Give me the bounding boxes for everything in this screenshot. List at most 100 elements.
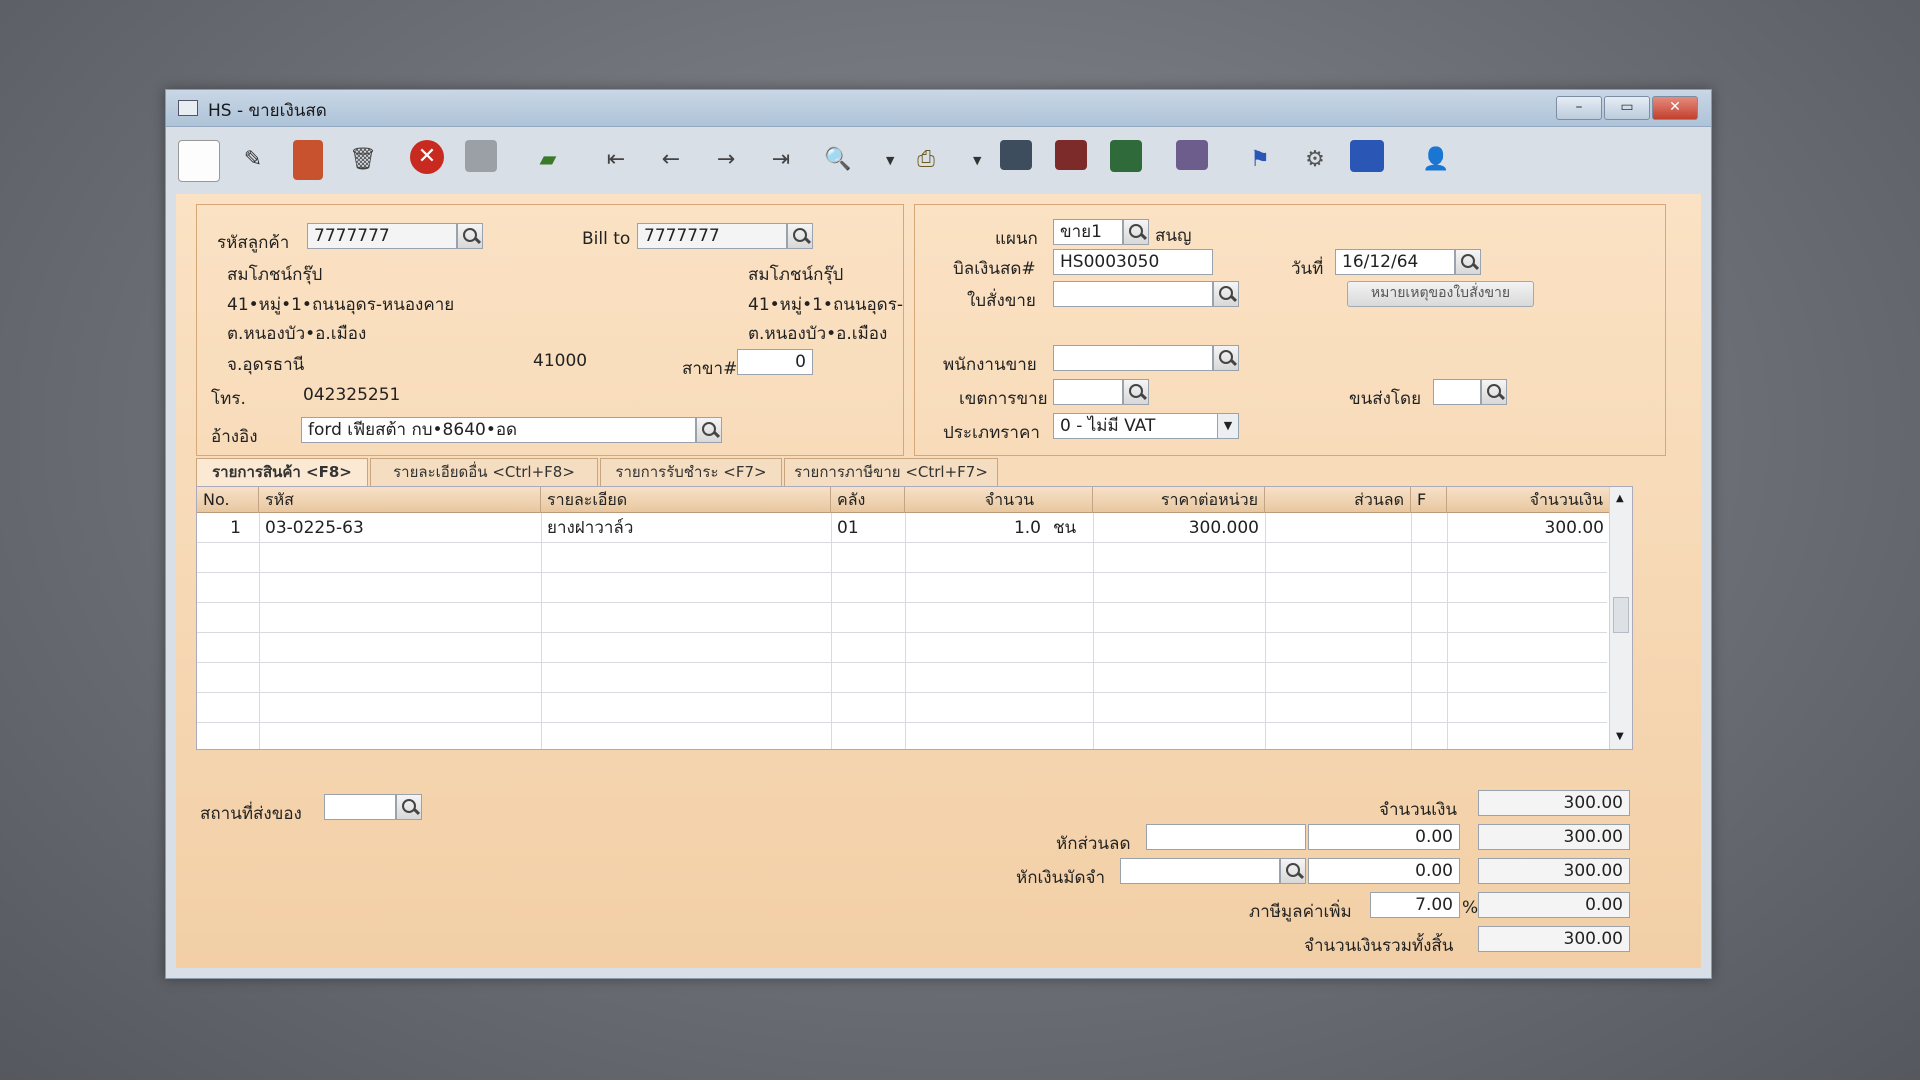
sales-order-search-icon[interactable] xyxy=(1213,281,1239,307)
approve-icon[interactable]: ⚑ xyxy=(1240,140,1280,180)
cell-amount: 300.00 xyxy=(1544,518,1604,538)
customer-search-icon[interactable] xyxy=(457,223,483,249)
deposit-text-input[interactable] xyxy=(1120,858,1280,884)
sales-order-label: ใบสั่งขาย xyxy=(967,291,1036,311)
delivery-place-search-icon[interactable] xyxy=(396,794,422,820)
customer-address-line2: ต.หนองบัว•อ.เมือง xyxy=(227,324,367,344)
app-icon xyxy=(178,100,198,116)
salesperson-input[interactable] xyxy=(1053,345,1213,371)
col-header-code[interactable]: รหัส xyxy=(259,487,541,513)
vat-value: 0.00 xyxy=(1478,892,1630,918)
reference-search-icon[interactable] xyxy=(696,417,722,443)
sales-order-input[interactable] xyxy=(1053,281,1213,307)
prev-record-icon[interactable]: ← xyxy=(651,140,691,180)
col-header-amount[interactable]: จำนวนเงิน xyxy=(1447,487,1610,513)
price-type-select[interactable]: 0 - ไม่มี VAT ▼ xyxy=(1053,413,1239,439)
sales-area-search-icon[interactable] xyxy=(1123,379,1149,405)
vat-percent-sign: % xyxy=(1462,898,1479,918)
save-icon[interactable] xyxy=(465,140,497,172)
sales-area-input[interactable] xyxy=(1053,379,1123,405)
discount-text-input[interactable] xyxy=(1146,824,1306,850)
close-button[interactable]: ✕ xyxy=(1652,96,1698,120)
sales-area-label: เขตการขาย xyxy=(959,389,1048,409)
table-scrollbar[interactable]: ▲ ▼ xyxy=(1609,487,1632,749)
phone-value: 042325251 xyxy=(303,385,401,405)
deposit-input[interactable]: 0.00 xyxy=(1308,858,1460,884)
shipping-input[interactable] xyxy=(1433,379,1481,405)
phone-label: โทร. xyxy=(211,389,246,409)
branch-input[interactable]: 0 xyxy=(737,349,813,375)
cell-unit-price: 300.000 xyxy=(1188,518,1259,538)
cell-unit: ชน xyxy=(1053,518,1077,538)
col-header-description[interactable]: รายละเอียด xyxy=(541,487,831,513)
edit-icon[interactable]: ✎ xyxy=(233,140,273,180)
minimize-button[interactable]: – xyxy=(1556,96,1602,120)
sales-window: HS - ขายเงินสด – ▭ ✕ ✎ 🗑 ✕ ▰ ⇤ ← → ⇥ 🔍 ▼… xyxy=(165,89,1712,979)
tab-items[interactable]: รายการสินค้า <F8> xyxy=(196,458,368,488)
last-record-icon[interactable]: ⇥ xyxy=(761,140,801,180)
chevron-down-icon[interactable]: ▼ xyxy=(1217,414,1238,438)
deposit-label: หักเงินมัดจำ xyxy=(1016,868,1105,888)
scroll-down-icon[interactable]: ▼ xyxy=(1616,731,1624,742)
col-header-warehouse[interactable]: คลัง xyxy=(831,487,905,513)
col-header-discount[interactable]: ส่วนลด xyxy=(1265,487,1411,513)
form-icon[interactable] xyxy=(1055,140,1087,170)
date-picker-icon[interactable] xyxy=(1455,249,1481,275)
bill-number-input[interactable]: HS0003050 xyxy=(1053,249,1213,275)
so-icon[interactable] xyxy=(1110,140,1142,172)
customer-name: สมโภชน์กรุ๊ป xyxy=(227,265,323,285)
new-doc-icon[interactable] xyxy=(178,140,220,182)
salesperson-search-icon[interactable] xyxy=(1213,345,1239,371)
customer-code-input[interactable]: 7777777 xyxy=(307,223,457,249)
col-header-quantity[interactable]: จำนวน xyxy=(905,487,1093,513)
scroll-thumb[interactable] xyxy=(1613,597,1629,633)
cell-code: 03-0225-63 xyxy=(265,518,364,538)
document-panel: แผนก ขาย1 สนญ บิลเงินสด# HS0003050 วันที… xyxy=(914,204,1666,456)
order-note-button[interactable]: หมายเหตุของใบสั่งขาย xyxy=(1347,281,1534,307)
ok-icon[interactable] xyxy=(1350,140,1384,172)
department-search-icon[interactable] xyxy=(1123,219,1149,245)
grand-total-label: จำนวนเงินรวมทั้งสิ้น xyxy=(1304,936,1454,956)
date-label: วันที่ xyxy=(1291,259,1324,279)
delete-icon[interactable]: 🗑 xyxy=(343,140,383,180)
discount-input[interactable]: 0.00 xyxy=(1308,824,1460,850)
scroll-up-icon[interactable]: ▲ xyxy=(1616,493,1624,504)
grand-total-value: 300.00 xyxy=(1478,926,1630,952)
title-bar: HS - ขายเงินสด – ▭ ✕ xyxy=(166,90,1711,127)
billto-label: Bill to xyxy=(582,229,631,249)
col-header-f[interactable]: F xyxy=(1411,487,1447,513)
maximize-button[interactable]: ▭ xyxy=(1604,96,1650,120)
tools-icon[interactable]: ⚙ xyxy=(1295,140,1335,180)
department-input[interactable]: ขาย1 xyxy=(1053,219,1123,245)
reference-input[interactable]: ford เฟียสต้า กบ•8640•อด xyxy=(301,417,696,443)
search-dropdown-icon[interactable]: ▼ xyxy=(886,154,898,167)
first-record-icon[interactable]: ⇤ xyxy=(596,140,636,180)
tab-other-details[interactable]: รายละเอียดอื่น <Ctrl+F8> xyxy=(370,458,598,486)
deposit-search-icon[interactable] xyxy=(1280,858,1306,884)
report-icon[interactable] xyxy=(1000,140,1032,170)
delivery-place-input[interactable] xyxy=(324,794,396,820)
customer-panel: รหัสลูกค้า 7777777 Bill to 7777777 สมโภช… xyxy=(196,204,904,456)
search-doc-icon[interactable]: 🔍 xyxy=(818,140,858,180)
void-icon[interactable] xyxy=(293,140,323,180)
next-record-icon[interactable]: → xyxy=(706,140,746,180)
shipping-search-icon[interactable] xyxy=(1481,379,1507,405)
receive-icon[interactable] xyxy=(1176,140,1208,170)
salesperson-label: พนักงานขาย xyxy=(943,355,1037,375)
billto-search-icon[interactable] xyxy=(787,223,813,249)
money-icon[interactable]: ▰ xyxy=(528,140,568,180)
col-header-no[interactable]: No. xyxy=(197,487,259,513)
cancel-icon[interactable]: ✕ xyxy=(410,140,444,174)
cell-description: ยางฝาวาล์ว xyxy=(547,518,634,538)
user-icon[interactable]: 👤 xyxy=(1416,140,1456,180)
col-header-unit-price[interactable]: ราคาต่อหน่วย xyxy=(1093,487,1265,513)
date-input[interactable]: 16/12/64 xyxy=(1335,249,1455,275)
cell-no: 1 xyxy=(230,518,241,538)
billto-input[interactable]: 7777777 xyxy=(637,223,787,249)
customer-zip: 41000 xyxy=(533,351,588,371)
print-dropdown-icon[interactable]: ▼ xyxy=(973,154,985,167)
print-icon[interactable]: ⎙ xyxy=(906,140,946,180)
vat-rate-input[interactable]: 7.00 xyxy=(1370,892,1460,918)
tab-payments[interactable]: รายการรับชำระ <F7> xyxy=(600,458,782,486)
tab-sales-tax[interactable]: รายการภาษีขาย <Ctrl+F7> xyxy=(784,458,998,486)
